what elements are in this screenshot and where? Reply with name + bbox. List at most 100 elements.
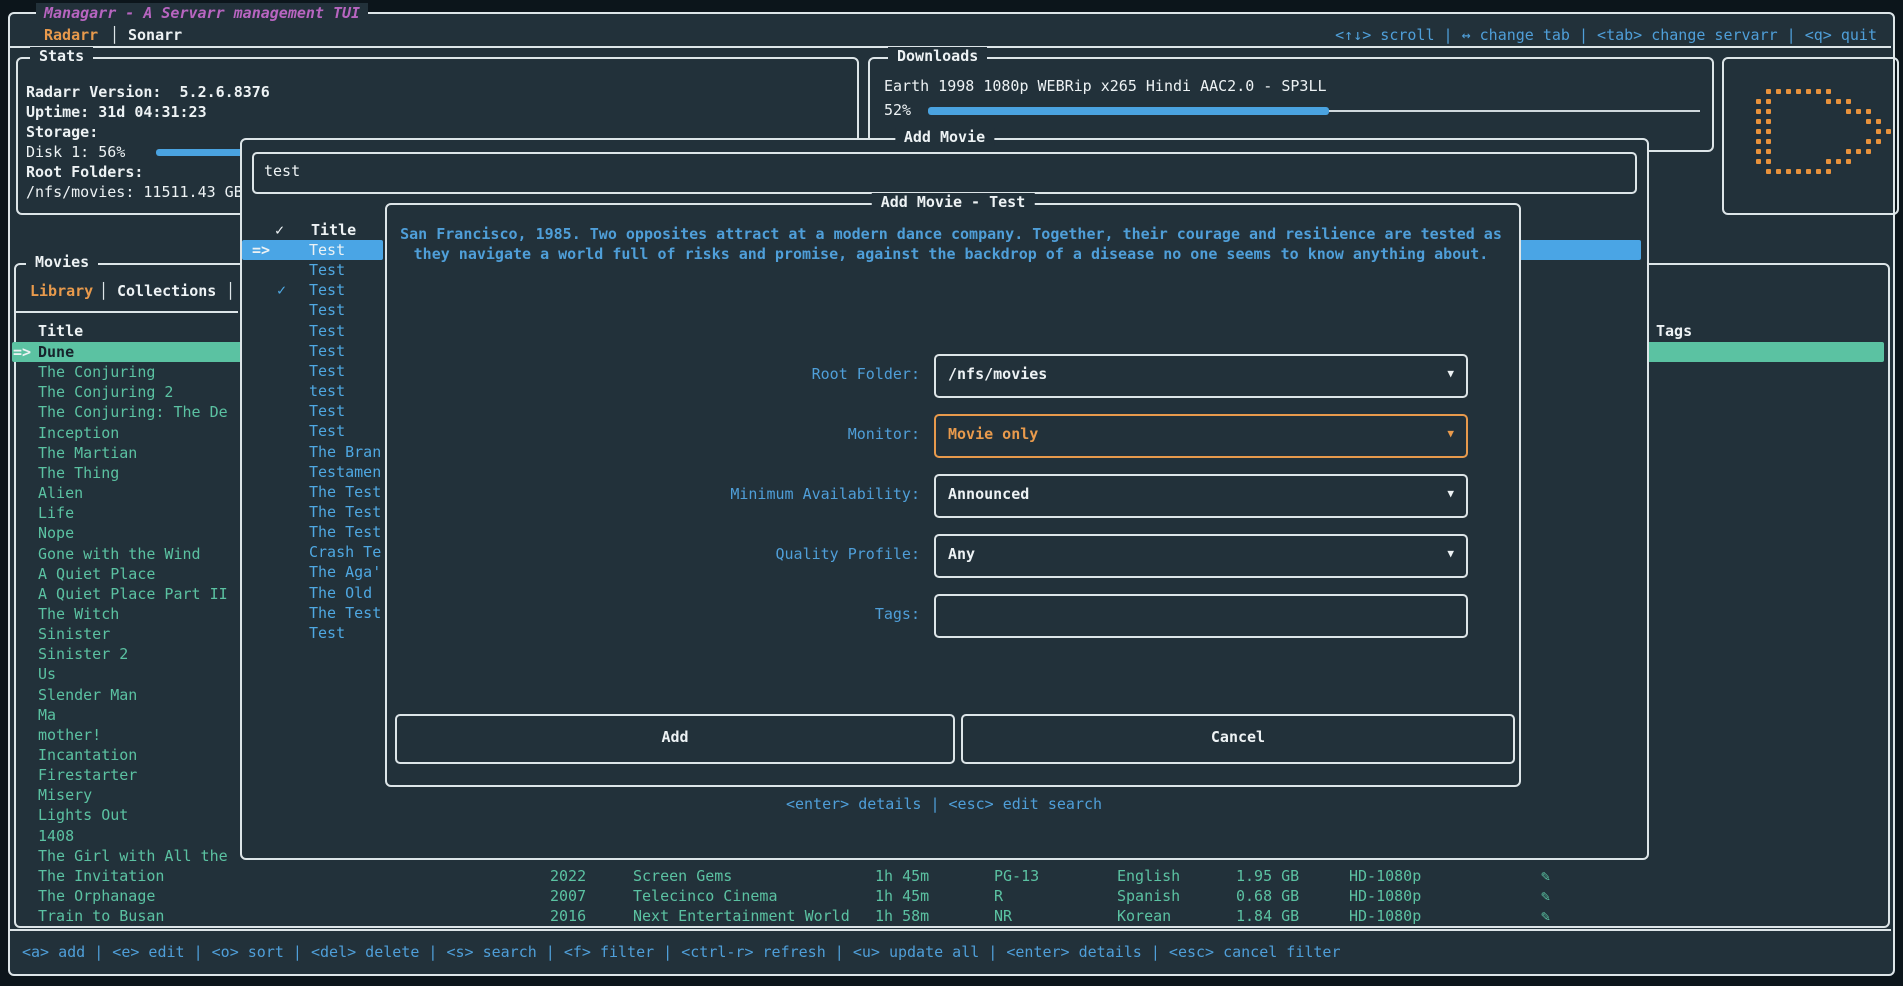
list-item[interactable]: The Thing	[38, 463, 119, 483]
logo-dot	[1846, 149, 1851, 154]
library-tags-header: Tags	[1656, 321, 1692, 341]
list-item[interactable]: The Invitation	[38, 866, 164, 886]
field-value: Announced	[948, 476, 1029, 512]
result-item[interactable]: Test	[309, 623, 383, 643]
list-item[interactable]: The Conjuring	[38, 362, 155, 382]
list-item[interactable]: The Conjuring: The De	[38, 402, 228, 422]
logo-dot	[1846, 109, 1851, 114]
stats-disk-usage: Disk 1: 56%	[26, 142, 125, 162]
cancel-button[interactable]: Cancel	[961, 714, 1515, 764]
logo-dot	[1766, 129, 1771, 134]
list-item[interactable]: mother!	[38, 725, 101, 745]
list-item[interactable]: Nope	[38, 523, 74, 543]
table-cell-quality: HD-1080p	[1349, 886, 1421, 906]
result-item[interactable]: Test	[309, 260, 383, 280]
logo-dot	[1876, 139, 1881, 144]
in-library-check-icon: ✓	[277, 280, 286, 300]
result-item[interactable]: Test	[309, 280, 383, 300]
tab-radarr[interactable]: Radarr	[44, 25, 98, 45]
table-cell-runtime: 1h 45m	[875, 886, 929, 906]
result-item[interactable]: The Test	[309, 603, 383, 623]
list-item[interactable]: 1408	[38, 826, 74, 846]
list-item[interactable]: Incantation	[38, 745, 137, 765]
results-title-header: Title	[311, 220, 356, 240]
list-item[interactable]: Sinister	[38, 624, 110, 644]
logo-dot	[1846, 99, 1851, 104]
result-item[interactable]: The Test	[309, 502, 383, 522]
result-item[interactable]: The Bran	[309, 442, 383, 462]
dropdown-caret-icon: ▼	[1447, 356, 1454, 392]
logo-panel	[1722, 57, 1899, 215]
add-button[interactable]: Add	[395, 714, 955, 764]
logo-dot	[1756, 129, 1761, 134]
list-item[interactable]: The Orphanage	[38, 886, 155, 906]
logo-dot	[1866, 139, 1871, 144]
list-item[interactable]: The Conjuring 2	[38, 382, 173, 402]
field-select[interactable]: /nfs/movies▼	[934, 354, 1468, 398]
result-item[interactable]: Test	[309, 321, 383, 341]
result-item[interactable]: Testamen	[309, 462, 383, 482]
stats-storage-label: Storage:	[26, 122, 98, 142]
table-cell-runtime: 1h 58m	[875, 906, 929, 926]
list-item[interactable]: The Girl with All the	[38, 846, 228, 866]
result-item[interactable]: Test	[309, 240, 345, 260]
field-select[interactable]: Any▼	[934, 534, 1468, 578]
list-item[interactable]: Inception	[38, 423, 119, 443]
results-header-check-icon: ✓	[275, 220, 284, 240]
add-movie-search-input[interactable]: test	[252, 152, 1637, 194]
logo-dot	[1766, 159, 1771, 164]
list-item[interactable]: Alien	[38, 483, 83, 503]
field-select[interactable]: Movie only▼	[934, 414, 1468, 458]
download-item: Earth 1998 1080p WEBRip x265 Hindi AAC2.…	[884, 76, 1327, 96]
table-cell-studio: Screen Gems	[633, 866, 732, 886]
logo-dot	[1786, 169, 1791, 174]
tab-sonarr[interactable]: Sonarr	[128, 25, 182, 45]
result-item[interactable]: Crash Te	[309, 542, 383, 562]
result-item[interactable]: Test	[309, 300, 383, 320]
movies-panel-title: Movies	[26, 253, 98, 271]
add-movie-modal-title: Add Movie - Test	[872, 193, 1035, 211]
list-item[interactable]: A Quiet Place	[38, 564, 155, 584]
stats-root-folder-usage: /nfs/movies: 11511.43 GB	[26, 182, 243, 202]
list-item[interactable]: Firestarter	[38, 765, 137, 785]
list-item[interactable]: The Martian	[38, 443, 137, 463]
result-item[interactable]: Test	[309, 421, 383, 441]
list-item[interactable]: Misery	[38, 785, 92, 805]
table-cell-year: 2007	[550, 886, 586, 906]
download-progress-track	[1329, 110, 1700, 112]
list-item[interactable]: The Witch	[38, 604, 119, 624]
result-item[interactable]: The Test	[309, 522, 383, 542]
list-item[interactable]: Train to Busan	[38, 906, 164, 926]
list-item[interactable]: Ma	[38, 705, 56, 725]
logo-dot	[1786, 89, 1791, 94]
result-item[interactable]: Test	[309, 361, 383, 381]
field-label: Tags:	[399, 604, 920, 624]
list-item[interactable]: Life	[38, 503, 74, 523]
list-item[interactable]: Us	[38, 664, 56, 684]
list-item[interactable]: Gone with the Wind	[38, 544, 201, 564]
result-item[interactable]: test	[309, 381, 383, 401]
result-item[interactable]: The Test	[309, 482, 383, 502]
field-value: Any	[948, 536, 975, 572]
field-select[interactable]: Announced▼	[934, 474, 1468, 518]
bottom-keybindings: <a> add | <e> edit | <o> sort | <del> de…	[22, 942, 1341, 962]
logo-dot	[1836, 99, 1841, 104]
tab-collections[interactable]: Collections	[117, 281, 216, 301]
list-item[interactable]: A Quiet Place Part II	[38, 584, 228, 604]
list-item[interactable]: Dune	[38, 342, 74, 362]
table-cell-quality: HD-1080p	[1349, 866, 1421, 886]
result-item[interactable]: Test	[309, 401, 383, 421]
list-item[interactable]: Sinister 2	[38, 644, 128, 664]
tab-library[interactable]: Library	[30, 281, 93, 301]
logo-dot	[1826, 99, 1831, 104]
list-item[interactable]: Lights Out	[38, 805, 128, 825]
result-item[interactable]: Test	[309, 341, 383, 361]
logo-dot	[1756, 109, 1761, 114]
table-cell-certification: PG-13	[994, 866, 1039, 886]
logo-dot	[1826, 89, 1831, 94]
field-input[interactable]	[934, 594, 1468, 638]
result-item[interactable]: The Aga'	[309, 562, 383, 582]
logo-dot	[1796, 89, 1801, 94]
result-item[interactable]: The Old	[309, 583, 383, 603]
list-item[interactable]: Slender Man	[38, 685, 137, 705]
